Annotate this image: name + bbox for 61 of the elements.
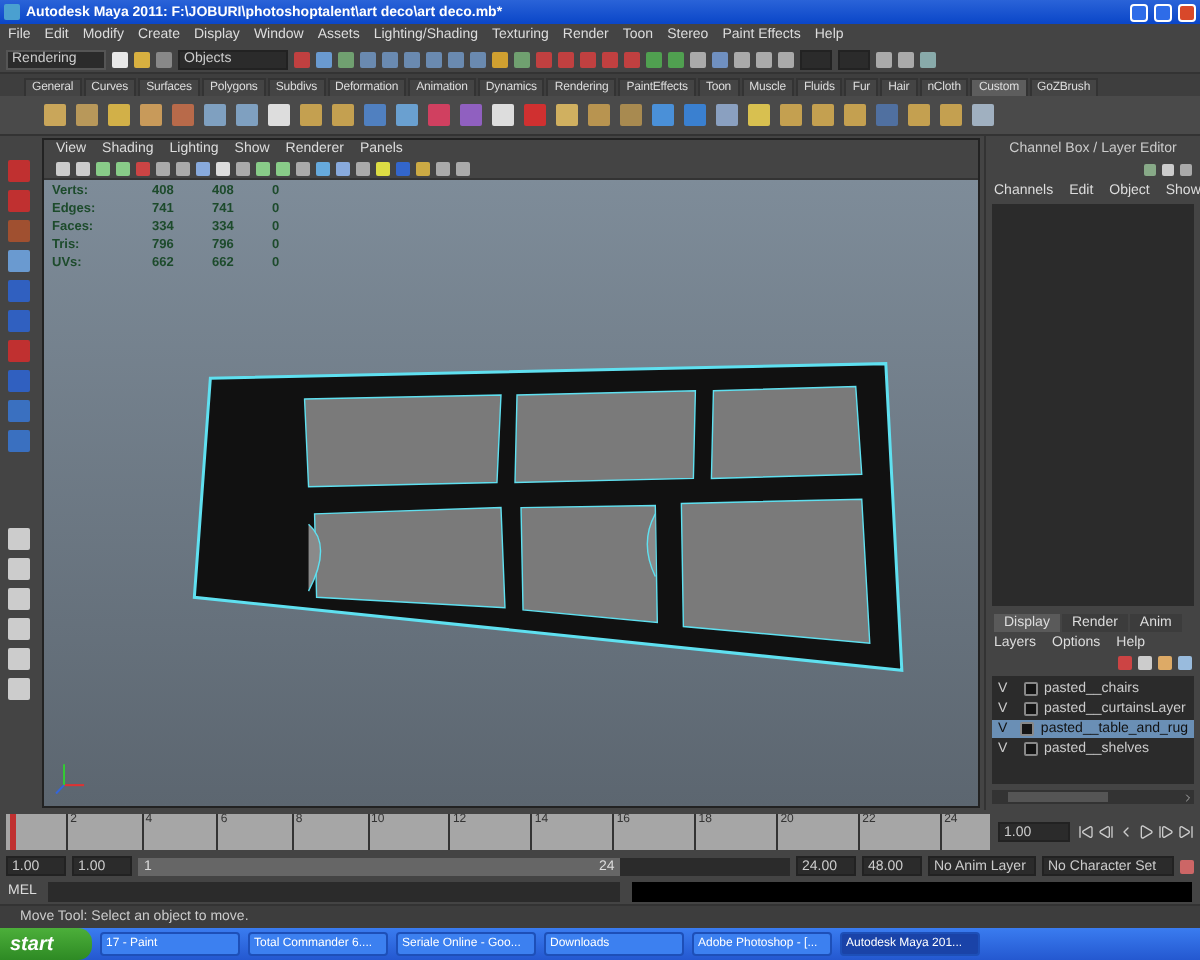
shelf-tool-icon[interactable] <box>876 104 898 126</box>
shelf-tool-icon[interactable] <box>588 104 610 126</box>
shelf-tool-icon[interactable] <box>812 104 834 126</box>
shelf-tool-icon[interactable] <box>300 104 322 126</box>
layout-icon[interactable] <box>8 648 30 670</box>
shelf-tool-icon[interactable] <box>524 104 546 126</box>
shelf-tool-icon[interactable] <box>44 104 66 126</box>
shelf-tool-icon[interactable] <box>172 104 194 126</box>
shelf-tool-icon[interactable] <box>620 104 642 126</box>
input-field[interactable] <box>800 49 832 69</box>
shelf-tool-icon[interactable] <box>684 104 706 126</box>
step-back-icon[interactable] <box>1098 824 1114 840</box>
tool-icon[interactable] <box>8 340 30 362</box>
play-icon[interactable] <box>1138 824 1154 840</box>
layout-icon[interactable] <box>8 678 30 700</box>
command-input-field[interactable] <box>48 881 620 901</box>
shelf-tool-icon[interactable] <box>364 104 386 126</box>
shelf-tool-icon[interactable] <box>940 104 962 126</box>
shelf-tool-icon[interactable] <box>236 104 258 126</box>
shelf-tool-icon[interactable] <box>716 104 738 126</box>
close-button[interactable] <box>1178 3 1196 21</box>
maximize-button[interactable] <box>1154 3 1172 21</box>
shelf-tool-icon[interactable] <box>140 104 162 126</box>
skip-to-start-icon[interactable] <box>1078 824 1094 840</box>
shelf-tool-icon[interactable] <box>748 104 770 126</box>
layout-icon[interactable] <box>8 588 30 610</box>
tool-icon[interactable] <box>8 370 30 392</box>
shelf-tool-icon[interactable] <box>460 104 482 126</box>
shelf-tool-icon[interactable] <box>492 104 514 126</box>
tool-icon[interactable] <box>8 250 30 272</box>
minimize-button[interactable] <box>1130 3 1148 21</box>
tool-icon[interactable] <box>8 160 30 182</box>
shelf-tool-icon[interactable] <box>652 104 674 126</box>
shelf-tool-icon[interactable] <box>780 104 802 126</box>
shelf-tool-icon[interactable] <box>428 104 450 126</box>
tool-icon[interactable] <box>8 280 30 302</box>
skip-to-end-icon[interactable] <box>1178 824 1194 840</box>
shelf-tool-icon[interactable] <box>556 104 578 126</box>
layout-icon[interactable] <box>8 528 30 550</box>
layout-icon[interactable] <box>8 558 30 580</box>
shelf-tool-icon[interactable] <box>268 104 290 126</box>
shelf-tool-icon[interactable] <box>844 104 866 126</box>
shelf-tool-icon[interactable] <box>972 104 994 126</box>
shelf-tool-icon[interactable] <box>908 104 930 126</box>
tool-icon[interactable] <box>8 190 30 212</box>
scroll-bar[interactable] <box>992 790 1194 804</box>
axis-icon <box>55 764 85 795</box>
tool-icon[interactable] <box>8 310 30 332</box>
shelf-tool-icon[interactable] <box>204 104 226 126</box>
shelf-tool-icon[interactable] <box>108 104 130 126</box>
play-backwards-icon[interactable] <box>1118 824 1134 840</box>
shelf-tool-icon[interactable] <box>76 104 98 126</box>
tool-icon[interactable] <box>8 220 30 242</box>
tool-icon[interactable] <box>8 430 30 452</box>
shelf-tool-icon[interactable] <box>332 104 354 126</box>
shelf-tool-icon[interactable] <box>396 104 418 126</box>
input-field[interactable] <box>838 49 870 69</box>
layout-icon[interactable] <box>8 618 30 640</box>
step-forward-icon[interactable] <box>1158 824 1174 840</box>
tool-icon[interactable] <box>8 400 30 422</box>
start-button[interactable]: start <box>0 928 92 960</box>
